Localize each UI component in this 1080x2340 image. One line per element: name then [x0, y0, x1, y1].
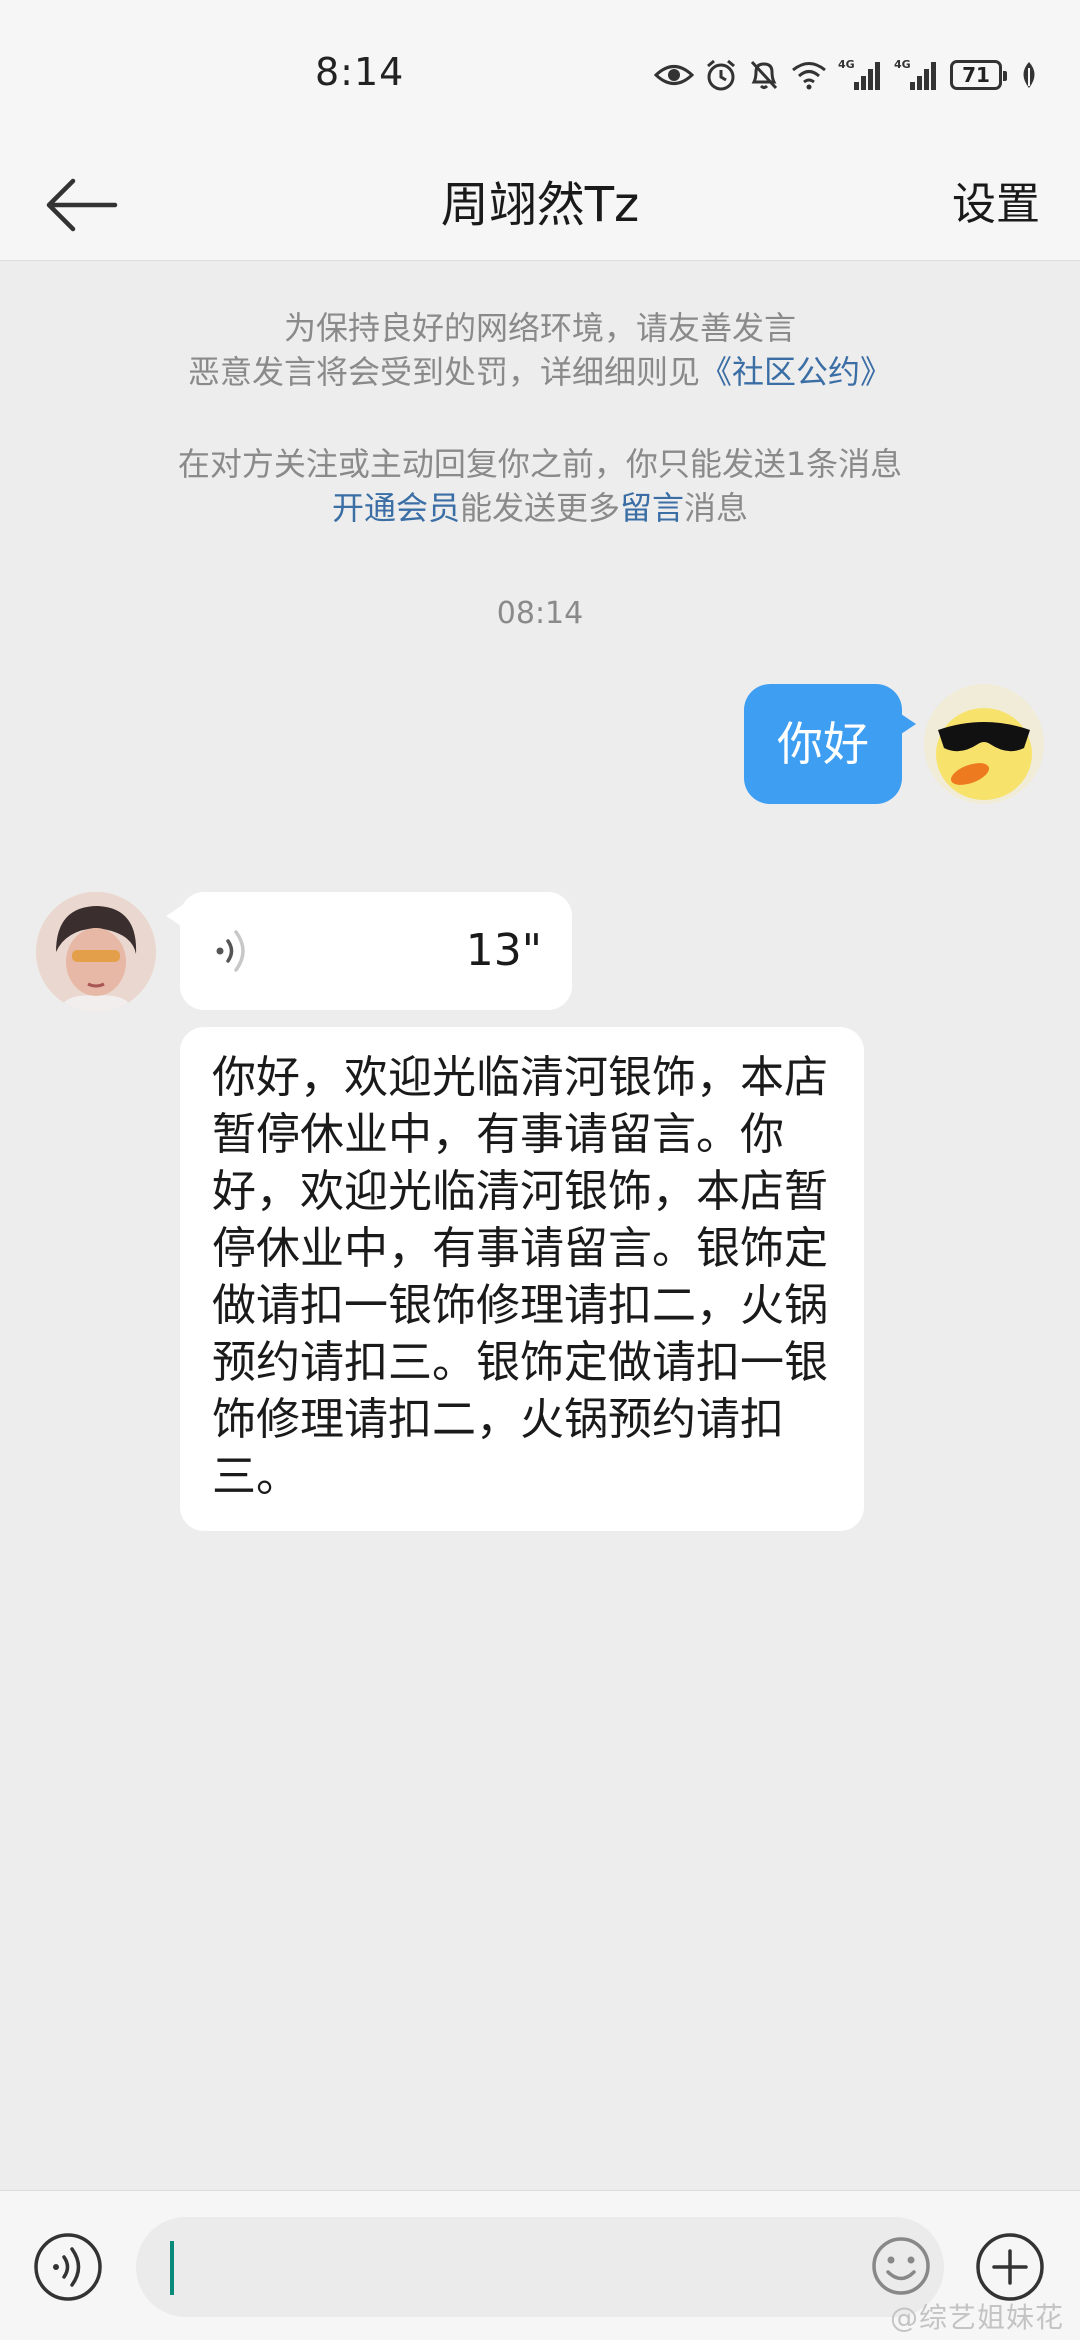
outgoing-message-bubble[interactable]: 你好 [744, 684, 916, 804]
text-cursor [170, 2241, 174, 2295]
voice-wave-icon [216, 930, 245, 972]
notice-line: 开通会员能发送更多留言消息 [0, 486, 1080, 530]
contact-avatar[interactable] [36, 892, 156, 1012]
notice-text: 能发送更多 [459, 489, 620, 527]
incoming-message-bubble[interactable]: 你好，欢迎光临清河银饰，本店暂停休业中，有事请留言。你好，欢迎光临清河银饰，本店… [180, 1027, 864, 1531]
svg-text:4G: 4G [838, 58, 855, 71]
mute-bell-icon [750, 60, 778, 90]
battery-icon: 71 [950, 60, 1007, 90]
leave-message-link[interactable]: 留言 [620, 489, 684, 527]
message-input[interactable] [136, 2217, 944, 2317]
settings-button[interactable]: 设置 [952, 150, 1040, 260]
notice-line: 为保持良好的网络环境，请友善发言 [283, 309, 796, 347]
duck-sunglasses-avatar-icon [924, 684, 1044, 804]
notice-text: 恶意发言将会受到处罚，详细细则见 [187, 353, 700, 391]
eye-icon [654, 65, 694, 85]
chat-title: 周翊然Tz [440, 177, 640, 233]
message-timestamp: 08:14 [496, 596, 584, 631]
my-avatar[interactable] [924, 684, 1044, 804]
smiley-icon[interactable] [870, 2235, 932, 2297]
plus-circle-icon[interactable] [974, 2231, 1046, 2303]
friendly-speech-notice: 为保持良好的网络环境，请友善发言 恶意发言将会受到处罚，详细细则见《社区公约》 [0, 306, 1080, 394]
community-rules-link[interactable]: 《社区公约》 [700, 353, 892, 391]
message-limit-notice: 在对方关注或主动回复你之前，你只能发送1条消息 开通会员能发送更多留言消息 [0, 442, 1080, 530]
contact-photo-avatar-icon [36, 892, 156, 1012]
notice-line: 恶意发言将会受到处罚，详细细则见《社区公约》 [0, 350, 1080, 394]
chat-header: 周翊然Tz 设置 [0, 150, 1080, 261]
arrow-left-icon [46, 178, 118, 232]
wifi-icon [792, 62, 826, 90]
status-time: 8:14 [315, 50, 405, 94]
cellular-signal-icon: 4G [894, 58, 936, 90]
voice-message-bubble[interactable]: 13" [166, 892, 572, 1010]
notice-line: 在对方关注或主动回复你之前，你只能发送1条消息 [177, 445, 903, 483]
voice-input-icon[interactable] [32, 2231, 104, 2303]
notice-text: 消息 [684, 489, 749, 527]
leaf-icon [1023, 62, 1035, 88]
status-icons: 4G 4G 71 [654, 58, 1040, 92]
voice-duration: 13" [465, 925, 542, 976]
svg-text:4G: 4G [894, 58, 911, 71]
open-membership-link[interactable]: 开通会员 [332, 489, 460, 527]
cellular-signal-icon: 4G [838, 58, 880, 90]
back-button[interactable] [36, 165, 126, 245]
watermark: @综艺姐妹花 [889, 2301, 1064, 2334]
status-bar: 8:14 4G 4G 71 [0, 0, 1080, 150]
alarm-icon [707, 59, 735, 91]
